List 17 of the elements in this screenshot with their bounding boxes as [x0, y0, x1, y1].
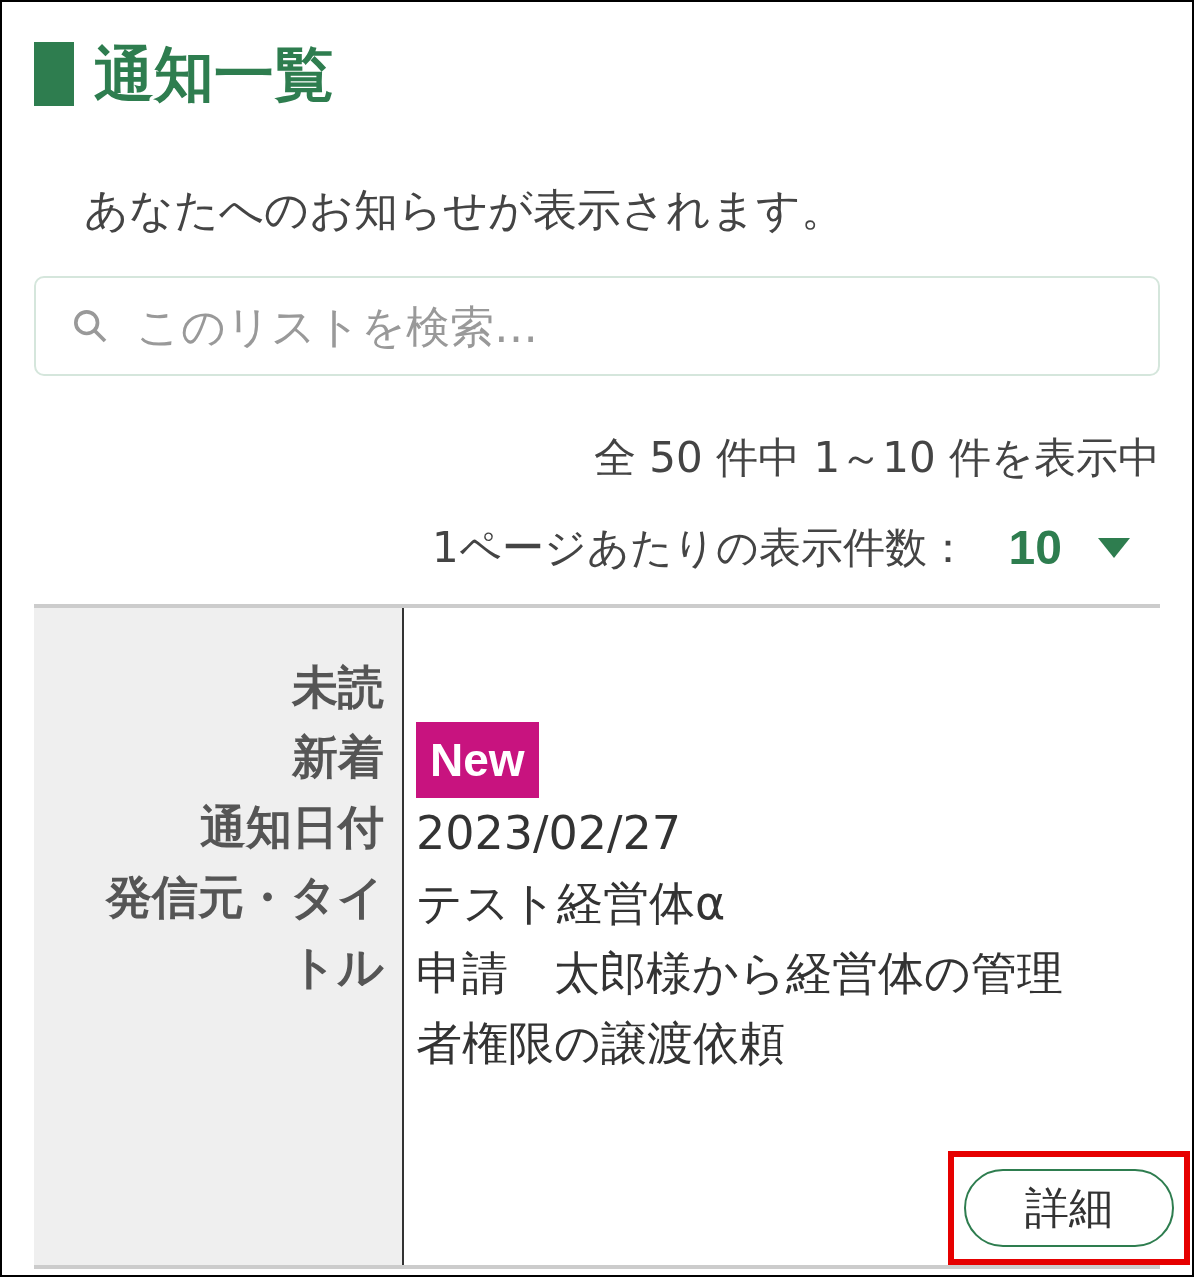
field-label: 新着 — [291, 729, 384, 786]
per-page-select[interactable]: 10 — [1008, 512, 1130, 584]
title-marker — [34, 42, 74, 106]
field-label: 未読 — [290, 659, 384, 716]
per-page-label: 1ページあたりの表示件数： — [431, 522, 969, 574]
field-label: 発信元・タイトル — [104, 869, 384, 996]
search-field[interactable]: このリストを検索… — [34, 276, 1160, 376]
new-badge: New — [416, 722, 539, 798]
caret-down-icon — [1098, 538, 1130, 558]
detail-button[interactable]: 詳細 — [964, 1169, 1174, 1247]
description-text: あなたへのお知らせが表示されます。 — [84, 183, 846, 237]
date-text: 2023/02/27 — [416, 805, 682, 862]
notification-text-line: 申請 太郎様から経営体の管理者権限の譲渡依頼 — [416, 945, 1064, 1072]
result-count-text: 全 50 件中 1～10 件を表示中 — [594, 432, 1160, 484]
notification-text-line: テスト経営体α — [416, 875, 727, 932]
page-title: 通知一覧 — [94, 38, 334, 110]
field-label: 通知日付 — [199, 799, 384, 856]
